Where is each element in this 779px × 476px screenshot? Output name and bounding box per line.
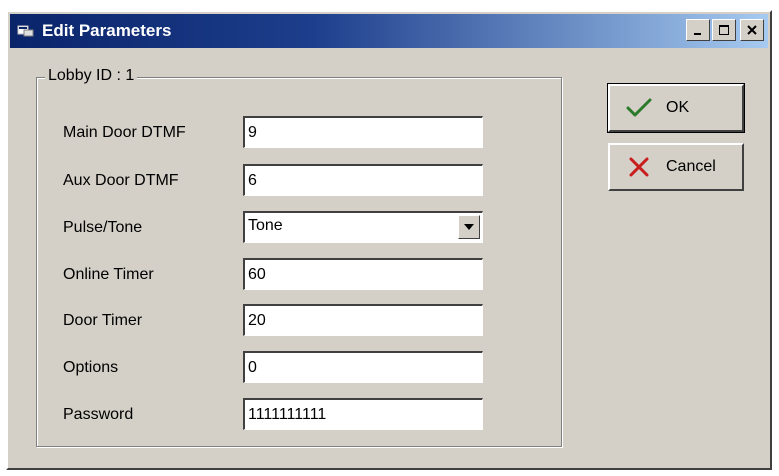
password-label: Password — [63, 406, 134, 423]
close-button[interactable] — [740, 19, 764, 41]
minimize-button[interactable] — [686, 19, 710, 41]
cancel-label: Cancel — [666, 158, 716, 175]
pulse-tone-value: Tone — [248, 217, 283, 234]
main-door-dtmf-input[interactable] — [243, 116, 483, 148]
title-bar[interactable]: Edit Parameters — [10, 14, 768, 48]
cancel-button[interactable]: Cancel — [608, 143, 744, 191]
door-timer-input[interactable] — [243, 304, 483, 336]
checkmark-icon — [624, 97, 654, 119]
door-timer-label: Door Timer — [63, 312, 143, 329]
group-legend: Lobby ID : 1 — [45, 67, 138, 85]
main-door-dtmf-label: Main Door DTMF — [63, 124, 186, 141]
ok-button[interactable]: OK — [607, 83, 745, 133]
lobby-group: Lobby ID : 1 Main Door DTMF Aux Door DTM… — [36, 67, 562, 447]
maximize-icon — [719, 25, 729, 35]
x-icon — [624, 156, 654, 178]
edit-parameters-window: Edit Parameters Lobby ID : 1 Main Door D… — [6, 10, 772, 470]
close-icon — [747, 25, 757, 35]
minimize-icon — [694, 33, 701, 35]
maximize-button[interactable] — [712, 19, 736, 41]
pulse-tone-label: Pulse/Tone — [63, 219, 143, 236]
aux-door-dtmf-label: Aux Door DTMF — [63, 172, 179, 189]
options-input[interactable] — [243, 351, 483, 383]
pulse-tone-select[interactable]: Tone — [243, 211, 483, 243]
aux-door-dtmf-input[interactable] — [243, 164, 483, 196]
ok-label: OK — [666, 99, 690, 116]
options-label: Options — [63, 359, 119, 376]
dropdown-button[interactable] — [458, 215, 480, 239]
online-timer-label: Online Timer — [63, 266, 154, 283]
password-input[interactable] — [243, 398, 483, 430]
chevron-down-icon — [464, 224, 474, 230]
online-timer-input[interactable] — [243, 258, 483, 290]
window-title: Edit Parameters — [42, 21, 172, 40]
app-icon — [16, 21, 36, 41]
